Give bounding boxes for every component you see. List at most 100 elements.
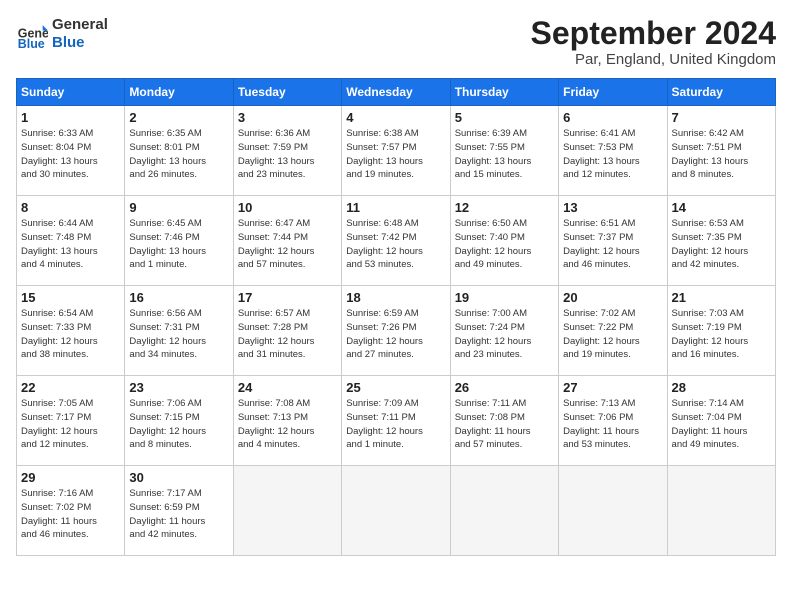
calendar-day-cell bbox=[667, 466, 775, 556]
day-info: Sunrise: 7:06 AM Sunset: 7:15 PM Dayligh… bbox=[129, 397, 228, 452]
calendar-day-cell: 2Sunrise: 6:35 AM Sunset: 8:01 PM Daylig… bbox=[125, 106, 233, 196]
calendar-day-cell: 9 Sunrise: 6:45 AM Sunset: 7:46 PM Daylig… bbox=[125, 196, 233, 286]
day-number: 1 bbox=[21, 110, 120, 125]
logo-general: General bbox=[52, 16, 108, 34]
calendar-day-cell: 28Sunrise: 7:14 AM Sunset: 7:04 PM Dayli… bbox=[667, 376, 775, 466]
day-info: Sunrise: 7:02 AM Sunset: 7:22 PM Dayligh… bbox=[563, 307, 662, 362]
calendar-day-header: Monday bbox=[125, 79, 233, 106]
day-info: Sunrise: 6:59 AM Sunset: 7:26 PM Dayligh… bbox=[346, 307, 445, 362]
calendar-day-cell: 8Sunrise: 6:44 AM Sunset: 7:48 PM Daylig… bbox=[17, 196, 125, 286]
day-info: Sunrise: 6:45 AM Sunset: 7:46 PM Dayligh… bbox=[129, 217, 228, 272]
day-number: 21 bbox=[672, 290, 771, 305]
day-info: Sunrise: 6:42 AM Sunset: 7:51 PM Dayligh… bbox=[672, 127, 771, 182]
day-number: 12 bbox=[455, 200, 554, 215]
calendar-day-cell: 13 Sunrise: 6:51 AM Sunset: 7:37 PM Dayli… bbox=[559, 196, 667, 286]
day-info: Sunrise: 7:08 AM Sunset: 7:13 PM Dayligh… bbox=[238, 397, 337, 452]
day-info: Sunrise: 6:41 AM Sunset: 7:53 PM Dayligh… bbox=[563, 127, 662, 182]
calendar-week-row: 8Sunrise: 6:44 AM Sunset: 7:48 PM Daylig… bbox=[17, 196, 776, 286]
day-number: 27 bbox=[563, 380, 662, 395]
calendar-header-row: SundayMondayTuesdayWednesdayThursdayFrid… bbox=[17, 79, 776, 106]
calendar-day-cell: 1 Sunrise: 6:33 AM Sunset: 8:04 PM Daylig… bbox=[17, 106, 125, 196]
calendar-day-cell: 18 Sunrise: 6:59 AM Sunset: 7:26 PM Dayli… bbox=[342, 286, 450, 376]
calendar-day-header: Thursday bbox=[450, 79, 558, 106]
calendar-day-cell: 21 Sunrise: 7:03 AM Sunset: 7:19 PM Dayli… bbox=[667, 286, 775, 376]
day-number: 9 bbox=[129, 200, 228, 215]
day-info: Sunrise: 6:57 AM Sunset: 7:28 PM Dayligh… bbox=[238, 307, 337, 362]
calendar-day-cell: 12Sunrise: 6:50 AM Sunset: 7:40 PM Dayli… bbox=[450, 196, 558, 286]
calendar-table: SundayMondayTuesdayWednesdayThursdayFrid… bbox=[16, 78, 776, 556]
month-title: September 2024 bbox=[531, 16, 776, 51]
day-number: 23 bbox=[129, 380, 228, 395]
day-info: Sunrise: 6:44 AM Sunset: 7:48 PM Dayligh… bbox=[21, 217, 120, 272]
calendar-day-cell: 7 Sunrise: 6:42 AM Sunset: 7:51 PM Daylig… bbox=[667, 106, 775, 196]
day-info: Sunrise: 7:13 AM Sunset: 7:06 PM Dayligh… bbox=[563, 397, 662, 452]
day-number: 4 bbox=[346, 110, 445, 125]
day-number: 25 bbox=[346, 380, 445, 395]
calendar-week-row: 1 Sunrise: 6:33 AM Sunset: 8:04 PM Daylig… bbox=[17, 106, 776, 196]
calendar-day-cell: 29 Sunrise: 7:16 AM Sunset: 7:02 PM Dayli… bbox=[17, 466, 125, 556]
day-number: 14 bbox=[672, 200, 771, 215]
calendar-body: 1 Sunrise: 6:33 AM Sunset: 8:04 PM Daylig… bbox=[17, 106, 776, 556]
day-info: Sunrise: 6:54 AM Sunset: 7:33 PM Dayligh… bbox=[21, 307, 120, 362]
day-info: Sunrise: 7:11 AM Sunset: 7:08 PM Dayligh… bbox=[455, 397, 554, 452]
logo: General Blue General Blue bbox=[16, 16, 108, 52]
day-number: 7 bbox=[672, 110, 771, 125]
day-info: Sunrise: 7:09 AM Sunset: 7:11 PM Dayligh… bbox=[346, 397, 445, 452]
day-info: Sunrise: 7:00 AM Sunset: 7:24 PM Dayligh… bbox=[455, 307, 554, 362]
day-number: 5 bbox=[455, 110, 554, 125]
day-number: 3 bbox=[238, 110, 337, 125]
calendar-day-cell: 17Sunrise: 6:57 AM Sunset: 7:28 PM Dayli… bbox=[233, 286, 341, 376]
day-number: 22 bbox=[21, 380, 120, 395]
calendar-day-header: Tuesday bbox=[233, 79, 341, 106]
calendar-day-cell bbox=[450, 466, 558, 556]
calendar-day-cell: 30 Sunrise: 7:17 AM Sunset: 6:59 PM Dayli… bbox=[125, 466, 233, 556]
day-info: Sunrise: 6:39 AM Sunset: 7:55 PM Dayligh… bbox=[455, 127, 554, 182]
day-number: 10 bbox=[238, 200, 337, 215]
logo-icon: General Blue bbox=[16, 18, 48, 50]
calendar-week-row: 22 Sunrise: 7:05 AM Sunset: 7:17 PM Dayli… bbox=[17, 376, 776, 466]
day-info: Sunrise: 6:53 AM Sunset: 7:35 PM Dayligh… bbox=[672, 217, 771, 272]
calendar-day-cell: 19 Sunrise: 7:00 AM Sunset: 7:24 PM Dayli… bbox=[450, 286, 558, 376]
calendar-day-cell: 6 Sunrise: 6:41 AM Sunset: 7:53 PM Daylig… bbox=[559, 106, 667, 196]
day-number: 19 bbox=[455, 290, 554, 305]
day-info: Sunrise: 6:35 AM Sunset: 8:01 PM Dayligh… bbox=[129, 127, 228, 182]
calendar-day-header: Saturday bbox=[667, 79, 775, 106]
day-info: Sunrise: 6:33 AM Sunset: 8:04 PM Dayligh… bbox=[21, 127, 120, 182]
day-number: 20 bbox=[563, 290, 662, 305]
day-info: Sunrise: 7:05 AM Sunset: 7:17 PM Dayligh… bbox=[21, 397, 120, 452]
calendar-day-cell bbox=[342, 466, 450, 556]
day-number: 6 bbox=[563, 110, 662, 125]
calendar-day-cell: 27 Sunrise: 7:13 AM Sunset: 7:06 PM Dayli… bbox=[559, 376, 667, 466]
day-info: Sunrise: 7:03 AM Sunset: 7:19 PM Dayligh… bbox=[672, 307, 771, 362]
calendar-week-row: 15 Sunrise: 6:54 AM Sunset: 7:33 PM Dayli… bbox=[17, 286, 776, 376]
calendar-day-cell: 22 Sunrise: 7:05 AM Sunset: 7:17 PM Dayli… bbox=[17, 376, 125, 466]
calendar-day-cell: 15 Sunrise: 6:54 AM Sunset: 7:33 PM Dayli… bbox=[17, 286, 125, 376]
day-number: 30 bbox=[129, 470, 228, 485]
day-info: Sunrise: 6:36 AM Sunset: 7:59 PM Dayligh… bbox=[238, 127, 337, 182]
day-number: 15 bbox=[21, 290, 120, 305]
day-number: 18 bbox=[346, 290, 445, 305]
calendar-day-cell: 25 Sunrise: 7:09 AM Sunset: 7:11 PM Dayli… bbox=[342, 376, 450, 466]
day-number: 11 bbox=[346, 200, 445, 215]
day-number: 13 bbox=[563, 200, 662, 215]
calendar-day-cell: 10 Sunrise: 6:47 AM Sunset: 7:44 PM Dayli… bbox=[233, 196, 341, 286]
calendar-day-header: Sunday bbox=[17, 79, 125, 106]
day-info: Sunrise: 6:51 AM Sunset: 7:37 PM Dayligh… bbox=[563, 217, 662, 272]
calendar-day-cell: 11Sunrise: 6:48 AM Sunset: 7:42 PM Dayli… bbox=[342, 196, 450, 286]
day-info: Sunrise: 6:47 AM Sunset: 7:44 PM Dayligh… bbox=[238, 217, 337, 272]
logo-blue: Blue bbox=[52, 34, 108, 52]
calendar-day-cell: 23 Sunrise: 7:06 AM Sunset: 7:15 PM Dayli… bbox=[125, 376, 233, 466]
calendar-day-cell: 20 Sunrise: 7:02 AM Sunset: 7:22 PM Dayli… bbox=[559, 286, 667, 376]
location-title: Par, England, United Kingdom bbox=[531, 51, 776, 68]
calendar-day-cell: 4Sunrise: 6:38 AM Sunset: 7:57 PM Daylig… bbox=[342, 106, 450, 196]
day-number: 24 bbox=[238, 380, 337, 395]
calendar-day-cell: 5 Sunrise: 6:39 AM Sunset: 7:55 PM Daylig… bbox=[450, 106, 558, 196]
day-info: Sunrise: 7:17 AM Sunset: 6:59 PM Dayligh… bbox=[129, 487, 228, 542]
calendar-day-cell: 14 Sunrise: 6:53 AM Sunset: 7:35 PM Dayli… bbox=[667, 196, 775, 286]
day-info: Sunrise: 7:16 AM Sunset: 7:02 PM Dayligh… bbox=[21, 487, 120, 542]
calendar-day-header: Friday bbox=[559, 79, 667, 106]
day-number: 29 bbox=[21, 470, 120, 485]
calendar-week-row: 29 Sunrise: 7:16 AM Sunset: 7:02 PM Dayli… bbox=[17, 466, 776, 556]
day-number: 26 bbox=[455, 380, 554, 395]
calendar-day-cell: 3 Sunrise: 6:36 AM Sunset: 7:59 PM Daylig… bbox=[233, 106, 341, 196]
